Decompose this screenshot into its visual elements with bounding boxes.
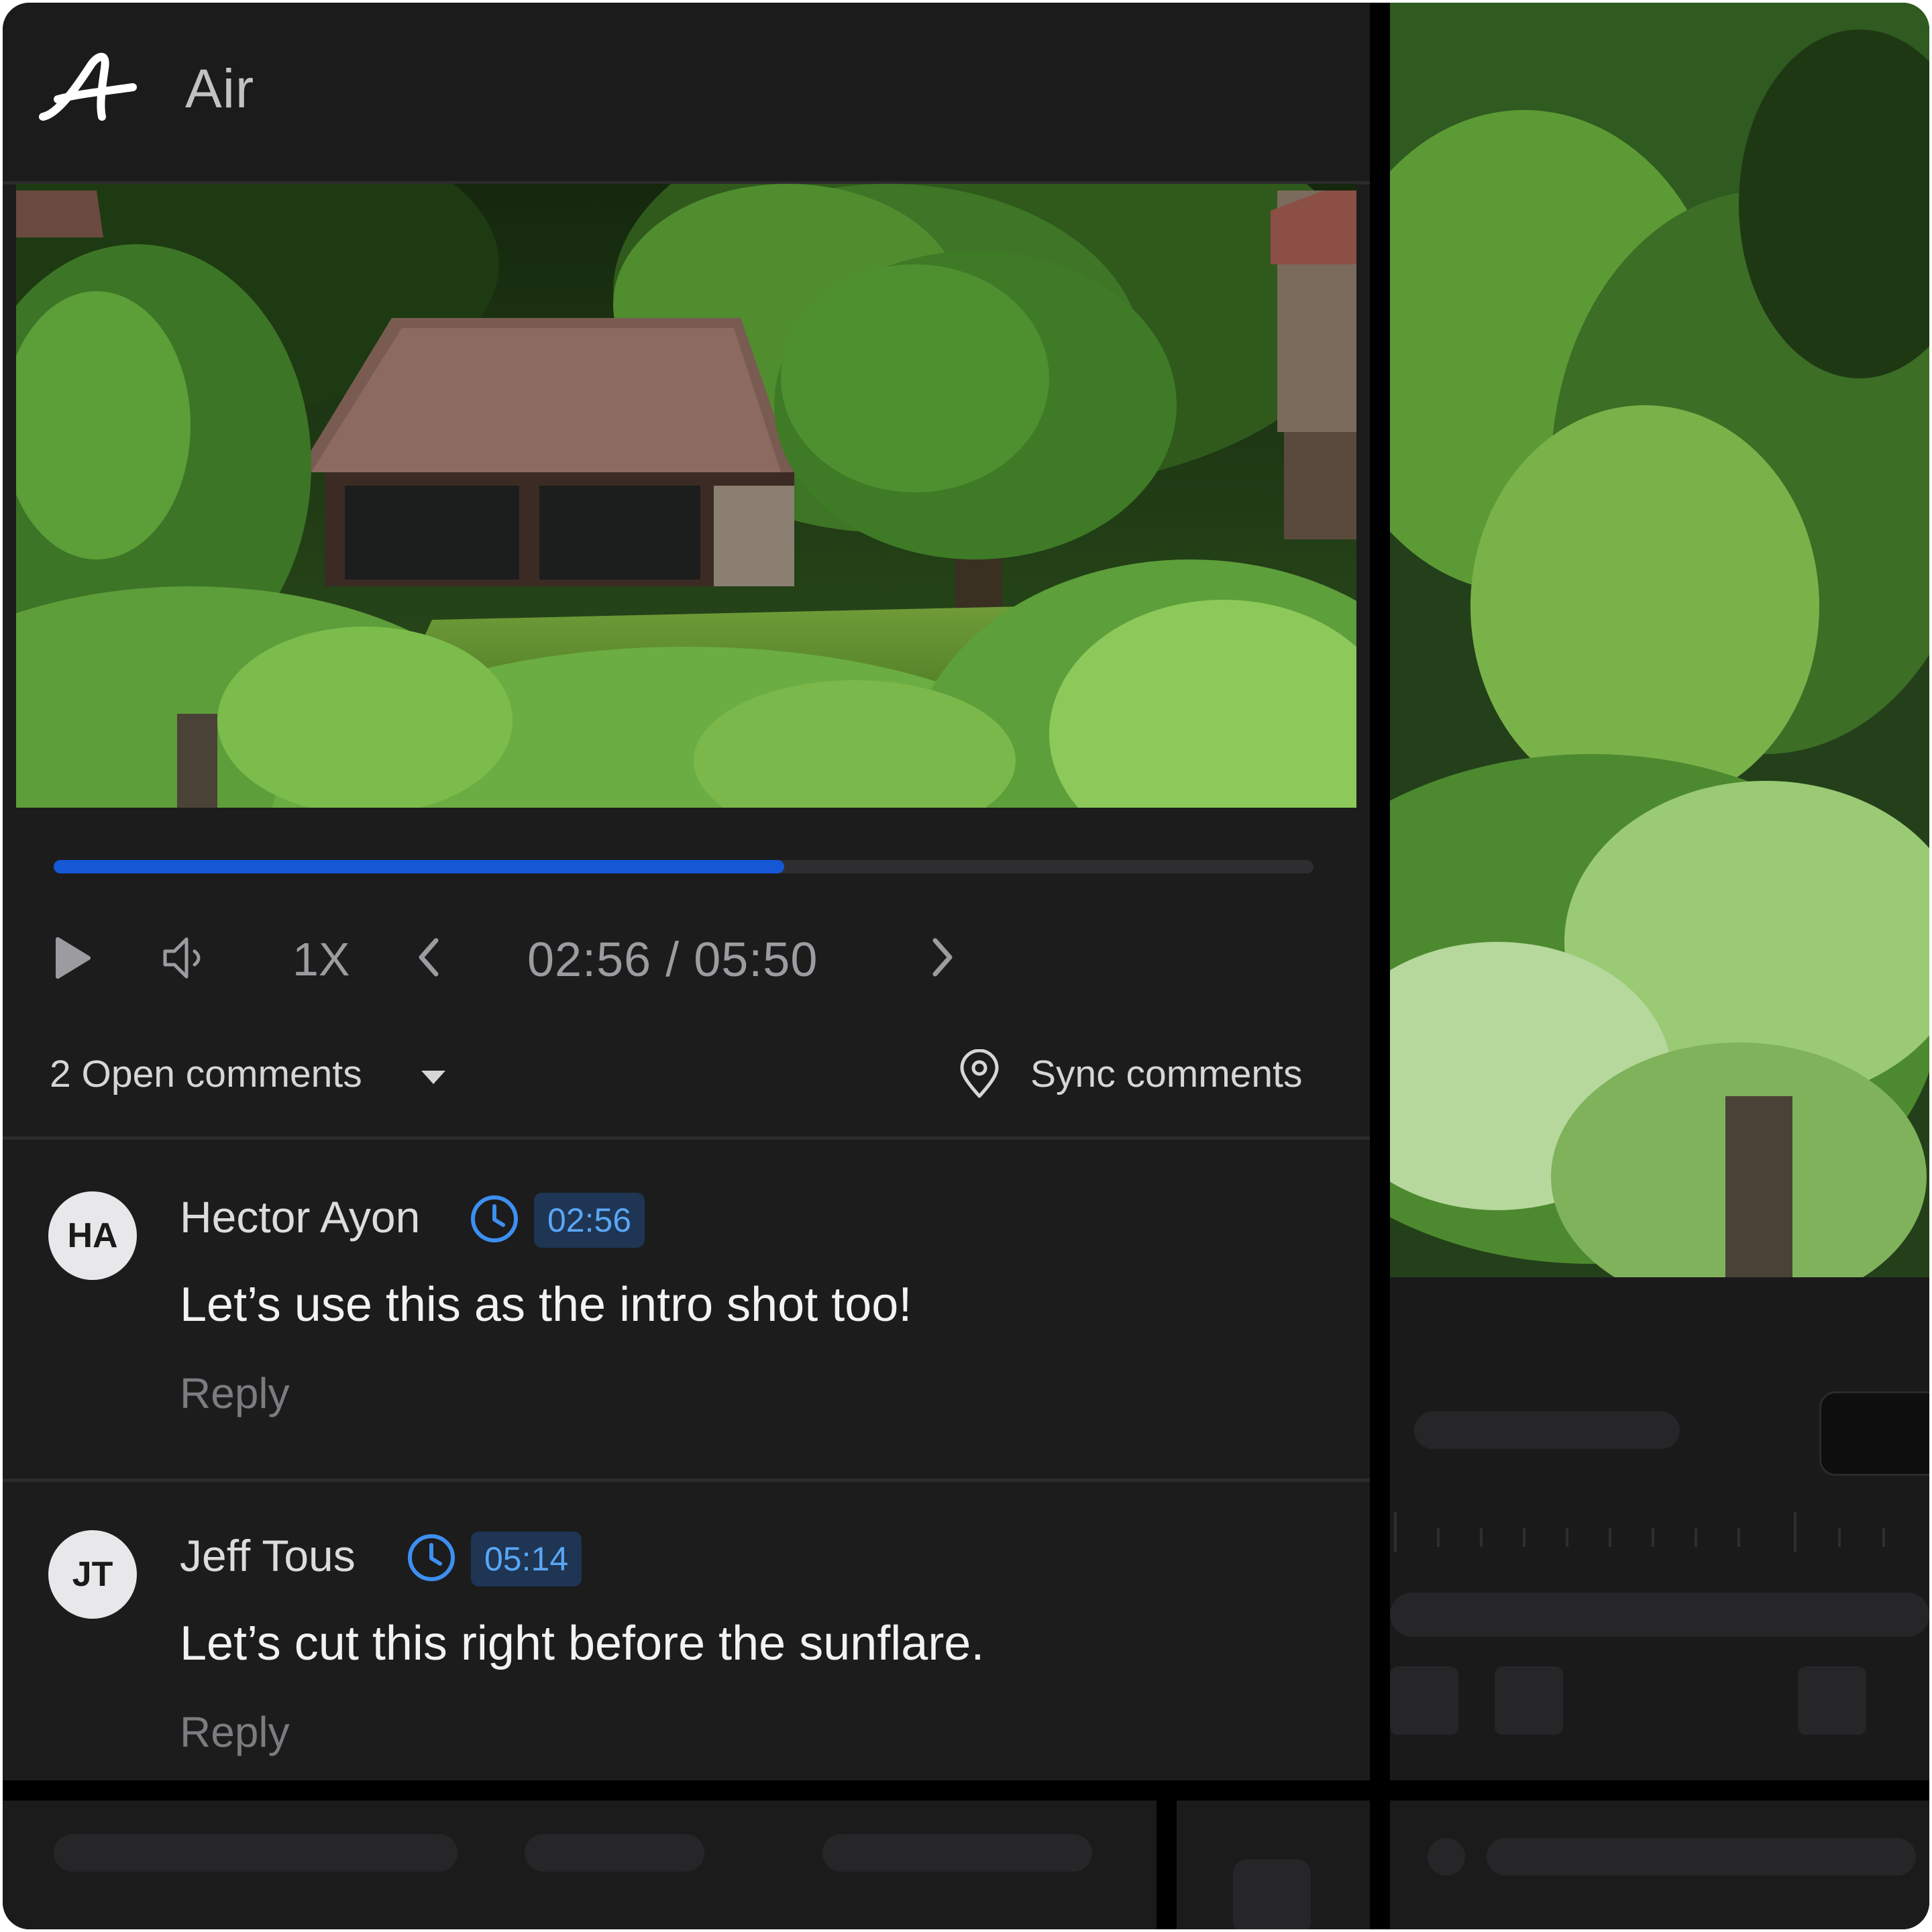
placeholder-bar	[1390, 1593, 1929, 1637]
next-button[interactable]	[928, 935, 955, 979]
volume-button[interactable]	[161, 934, 208, 982]
placeholder-bar	[1414, 1411, 1680, 1449]
timestamp-badge[interactable]: 05:14	[471, 1532, 582, 1587]
avatar[interactable]: JT	[48, 1530, 137, 1619]
progress-bar[interactable]	[54, 860, 1313, 873]
placeholder-bar	[54, 1834, 458, 1872]
video-frame-image	[16, 184, 1356, 808]
app-header: Air	[3, 3, 1370, 184]
placeholder-dot	[1428, 1838, 1465, 1876]
air-logo-icon[interactable]	[38, 47, 138, 127]
foliage-image	[1390, 3, 1929, 1277]
placeholder-bar	[525, 1834, 704, 1872]
comments-toolbar: 2 Open comments Sync comments	[3, 1036, 1370, 1140]
clock-icon	[471, 1195, 518, 1242]
placeholder-bar	[1487, 1838, 1916, 1876]
reply-button[interactable]: Reply	[180, 1707, 290, 1757]
comment-item: HA Hector Ayon 02:56 Let’s use this as t…	[3, 1143, 1370, 1482]
sync-comments-button[interactable]: Sync comments	[1030, 1052, 1302, 1096]
chevron-left-icon	[419, 938, 439, 977]
bottom-panel-left	[3, 1801, 1157, 1929]
comment-author: Jeff Tous	[180, 1531, 356, 1580]
placeholder-square	[1390, 1666, 1458, 1735]
app-window: Air 1X 02:56 / 05:50 2 Open comments Syn…	[3, 3, 1929, 1929]
placeholder-square	[1495, 1666, 1563, 1735]
volume-icon	[163, 937, 201, 979]
timestamp-badge[interactable]: 02:56	[534, 1193, 645, 1248]
reply-button[interactable]: Reply	[180, 1368, 290, 1418]
app-name: Air	[185, 58, 255, 119]
comment-author: Hector Ayon	[180, 1192, 421, 1242]
open-comments-dropdown[interactable]: 2 Open comments	[50, 1052, 362, 1096]
clock-icon	[408, 1534, 455, 1581]
play-button[interactable]	[55, 936, 91, 979]
cropped-image-preview[interactable]	[1390, 3, 1929, 1277]
playback-speed-button[interactable]: 1X	[292, 932, 350, 986]
secondary-panel	[1390, 3, 1929, 1780]
player-controls: 1X 02:56 / 05:50	[3, 922, 1370, 996]
chevron-right-icon	[932, 938, 953, 977]
placeholder-button	[1819, 1391, 1929, 1476]
avatar[interactable]: HA	[48, 1191, 137, 1280]
comment-text: Let’s cut this right before the sunflare…	[180, 1617, 985, 1670]
bottom-toolbar	[3, 1801, 1929, 1929]
bottom-panel-right	[1390, 1801, 1929, 1929]
timecode: 02:56 / 05:50	[527, 933, 818, 987]
comment-item: JT Jeff Tous 05:14 Let’s cut this right …	[3, 1482, 1370, 1817]
placeholder-square	[1798, 1666, 1866, 1735]
comment-text: Let’s use this as the intro shot too!	[180, 1278, 912, 1332]
timeline-ticks	[1390, 1512, 1929, 1552]
caret-down-icon[interactable]	[420, 1069, 447, 1085]
progress-fill	[54, 860, 785, 873]
previous-button[interactable]	[416, 935, 443, 979]
location-pin-icon[interactable]	[958, 1049, 1001, 1099]
review-panel: Air 1X 02:56 / 05:50 2 Open comments Syn…	[3, 3, 1370, 1780]
play-icon	[56, 937, 91, 979]
placeholder-square	[1233, 1860, 1311, 1929]
bottom-panel-middle	[1177, 1801, 1370, 1929]
placeholder-bar	[822, 1834, 1092, 1872]
video-preview[interactable]	[16, 184, 1356, 808]
